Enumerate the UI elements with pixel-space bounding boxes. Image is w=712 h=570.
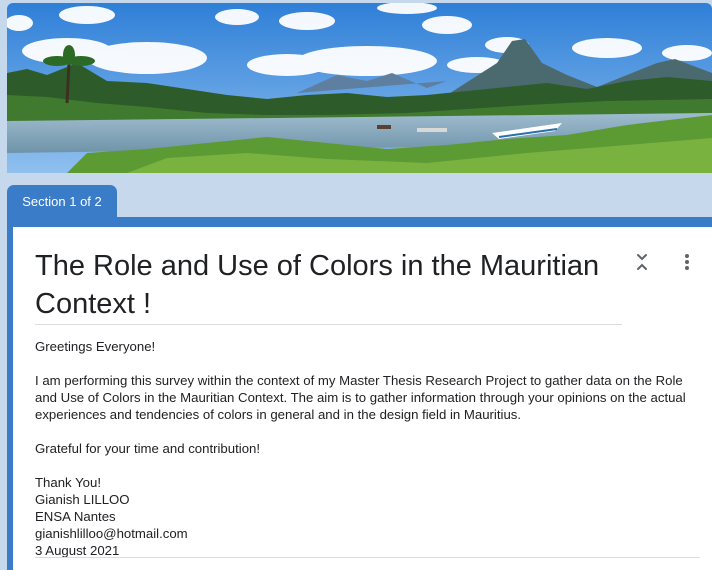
title-divider [35, 324, 622, 325]
collapse-button[interactable] [631, 251, 653, 277]
collapse-icon [635, 253, 649, 276]
description-divider [35, 557, 700, 558]
intro-text: I am performing this survey within the c… [35, 373, 686, 422]
form-title: The Role and Use of Colors in the Maurit… [35, 250, 600, 320]
form-description: Greetings Everyone! I am performing this… [35, 338, 700, 559]
signoff-text: Thank You! [35, 475, 101, 490]
form-header-card: The Role and Use of Colors in the Maurit… [7, 227, 712, 570]
section-accent-bar [7, 217, 712, 227]
section-label: Section 1 of 2 [22, 194, 102, 209]
more-vert-icon [684, 253, 690, 276]
section-tab: Section 1 of 2 [7, 185, 117, 218]
author-name: Gianish LILLOO [35, 492, 130, 507]
thanks-text: Grateful for your time and contribution! [35, 441, 261, 456]
greeting-text: Greetings Everyone! [35, 339, 156, 354]
header-image [7, 3, 712, 173]
more-options-button[interactable] [678, 251, 696, 277]
author-email: gianishlilloo@hotmail.com [35, 526, 188, 541]
school-name: ENSA Nantes [35, 509, 116, 524]
